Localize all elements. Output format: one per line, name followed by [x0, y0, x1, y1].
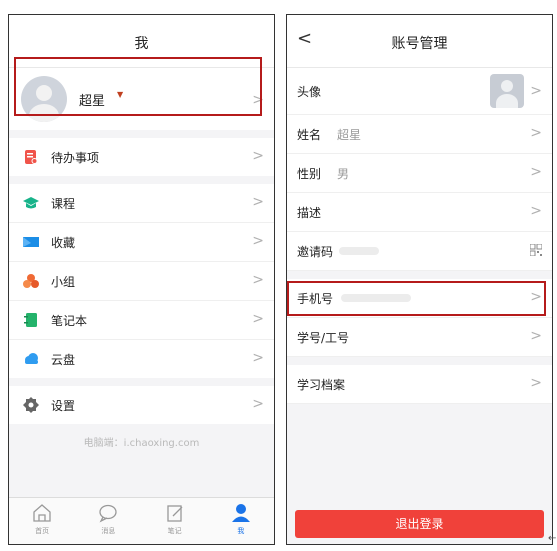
- chevron-right-icon: >: [530, 83, 542, 99]
- tab-messages[interactable]: 消息: [75, 498, 141, 544]
- course-icon: [23, 197, 39, 209]
- tab-label: 消息: [101, 527, 116, 535]
- logout-button[interactable]: 退出登录: [295, 510, 544, 538]
- menu-item-label: 笔记本: [51, 314, 88, 328]
- message-icon: [99, 504, 118, 523]
- chevron-right-icon: >: [530, 125, 542, 141]
- account-list-2: 手机号 > 学号/工号 >: [287, 279, 552, 357]
- page-title: 我: [134, 36, 149, 52]
- group-icon: [23, 274, 39, 288]
- me-screen: 我 超星 ▼ > 待办事项 > 课程 > 收藏 > 小组 > 笔记本 > 云盘 …: [8, 14, 275, 545]
- tab-notes[interactable]: 笔记: [142, 498, 208, 544]
- tab-label: 我: [237, 527, 245, 535]
- menu-item-todo[interactable]: 待办事项 >: [9, 138, 274, 176]
- account-screen: < 账号管理 头像 > 姓名 超星 > 性别 男 > 描述 > 邀请码 手机号 …: [286, 14, 553, 545]
- tab-label: 首页: [35, 527, 50, 535]
- bottom-tab-bar: 首页 消息 笔记 我: [9, 497, 274, 544]
- row-learning-archive[interactable]: 学习档案 >: [287, 365, 552, 404]
- menu-item-cloud[interactable]: 云盘 >: [9, 340, 274, 378]
- row-invite-code[interactable]: 邀请码: [287, 232, 552, 271]
- bookmark-icon: [23, 237, 39, 247]
- profile-icon: [231, 504, 250, 522]
- gear-icon: [23, 397, 39, 413]
- row-value: 超星: [337, 128, 362, 142]
- menu-item-label: 小组: [51, 275, 76, 289]
- notebook-icon: [24, 313, 37, 327]
- menu-item-notebook[interactable]: 笔记本 >: [9, 301, 274, 340]
- cloud-icon: [25, 353, 38, 364]
- row-label: 学习档案: [297, 378, 346, 392]
- tab-home[interactable]: 首页: [9, 498, 75, 544]
- profile-name: 超星: [79, 94, 106, 109]
- profile-marker: ▼: [117, 90, 124, 99]
- row-label: 手机号: [297, 292, 334, 306]
- chevron-right-icon: >: [530, 328, 542, 344]
- account-header: < 账号管理: [287, 15, 552, 68]
- row-value: 男: [337, 167, 350, 181]
- avatar: [21, 76, 67, 122]
- menu-item-label: 云盘: [51, 353, 76, 367]
- menu-item-bookmark[interactable]: 收藏 >: [9, 223, 274, 262]
- avatar: [490, 74, 524, 108]
- menu-item-settings[interactable]: 设置 >: [9, 386, 274, 424]
- chevron-right-icon: >: [530, 203, 542, 219]
- qr-code-icon: [530, 244, 542, 256]
- account-list: 头像 > 姓名 超星 > 性别 男 > 描述 > 邀请码: [287, 68, 552, 271]
- row-avatar[interactable]: 头像 >: [287, 68, 552, 115]
- chevron-right-icon: >: [252, 311, 264, 327]
- todo-group: 待办事项 >: [9, 138, 274, 176]
- desktop-link[interactable]: 电脑端：i.chaoxing.com: [9, 434, 274, 449]
- corner-arrow-icon: ←: [548, 533, 557, 544]
- chevron-right-icon: >: [252, 194, 264, 210]
- row-label: 性别: [297, 167, 322, 181]
- home-icon: [33, 504, 51, 522]
- redacted-value: [339, 247, 379, 255]
- chevron-right-icon: >: [530, 289, 542, 305]
- feature-group: 课程 > 收藏 > 小组 > 笔记本 > 云盘 >: [9, 184, 274, 378]
- chevron-right-icon: >: [252, 396, 264, 412]
- menu-item-label: 设置: [51, 399, 76, 413]
- chevron-right-icon: >: [252, 92, 264, 108]
- row-label: 头像: [297, 85, 322, 99]
- account-list-3: 学习档案 >: [287, 365, 552, 404]
- row-label: 姓名: [297, 128, 322, 142]
- row-label: 描述: [297, 206, 322, 220]
- row-student-id[interactable]: 学号/工号 >: [287, 318, 552, 357]
- row-name[interactable]: 姓名 超星 >: [287, 115, 552, 154]
- chevron-right-icon: >: [252, 148, 264, 164]
- todo-icon: [25, 150, 38, 164]
- chevron-right-icon: >: [252, 272, 264, 288]
- chevron-right-icon: >: [530, 164, 542, 180]
- tab-me[interactable]: 我: [208, 498, 274, 544]
- chevron-right-icon: >: [530, 375, 542, 391]
- redacted-value: [341, 294, 411, 302]
- chevron-right-icon: >: [252, 233, 264, 249]
- menu-item-group[interactable]: 小组 >: [9, 262, 274, 301]
- row-label: 学号/工号: [297, 331, 350, 345]
- page-title: 账号管理: [391, 36, 448, 52]
- chevron-right-icon: >: [252, 350, 264, 366]
- menu-item-label: 收藏: [51, 236, 76, 250]
- menu-item-course[interactable]: 课程 >: [9, 184, 274, 223]
- profile-card[interactable]: 超星 ▼ >: [9, 68, 274, 130]
- tab-label: 笔记: [167, 527, 182, 535]
- settings-group: 设置 >: [9, 386, 274, 424]
- row-label: 邀请码: [297, 245, 334, 259]
- menu-item-label: 待办事项: [51, 151, 100, 165]
- note-icon: [166, 505, 183, 522]
- row-gender[interactable]: 性别 男 >: [287, 154, 552, 193]
- row-phone[interactable]: 手机号 >: [287, 279, 552, 318]
- me-header: 我: [9, 15, 274, 68]
- row-description[interactable]: 描述 >: [287, 193, 552, 232]
- menu-item-label: 课程: [51, 197, 76, 211]
